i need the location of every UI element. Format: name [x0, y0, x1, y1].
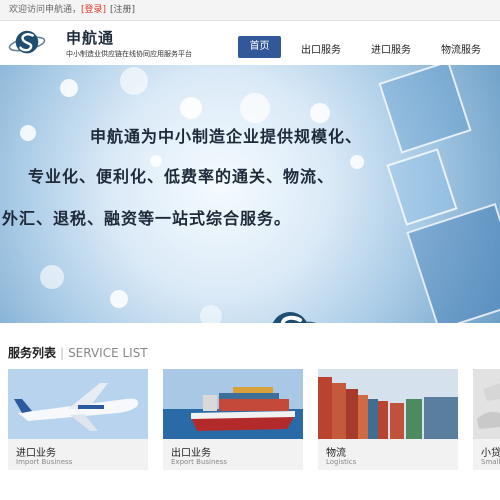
banner-text-line-1: 申航通为中小制造企业提供规模化、	[90, 127, 363, 146]
bokeh-light	[120, 67, 148, 95]
banner-text-line-2: 专业化、便利化、低费率的通关、物流、	[28, 167, 335, 186]
nav-logistics-service[interactable]: 物流服务	[441, 41, 481, 56]
welcome-text: 欢迎访问申航通，	[9, 5, 82, 15]
brand-name: 申航通	[66, 29, 115, 47]
service-card-label: 进口业务	[16, 448, 56, 459]
service-card-label: 物流	[326, 448, 346, 459]
brand-tagline: 中小制造业供应链在线协同应用服务平台	[66, 50, 192, 58]
login-link[interactable]: [登录]	[81, 5, 106, 15]
bokeh-light	[40, 265, 64, 289]
service-card-subtitle: Logistics	[326, 458, 357, 466]
nav-export-service[interactable]: 出口服务	[301, 41, 341, 56]
brand-logo-icon[interactable]	[8, 27, 46, 59]
airplane-image	[8, 369, 148, 439]
nav-import-service[interactable]: 进口服务	[371, 41, 411, 56]
hero-banner[interactable]: 申航通为中小制造企业提供规模化、 专业化、便利化、低费率的通关、物流、 外汇、退…	[0, 65, 500, 323]
bokeh-light	[20, 125, 36, 141]
bokeh-light	[180, 97, 202, 119]
service-list-title-en: SERVICE LIST	[68, 346, 148, 360]
cargo-ship-image	[163, 369, 303, 439]
service-card-subtitle: Import Business	[16, 458, 73, 466]
bokeh-light	[240, 93, 270, 123]
banner-text-line-3: 外汇、退税、融资等一站式综合服务。	[2, 209, 292, 228]
service-card-import[interactable]: 进口业务 Import Business	[8, 369, 148, 470]
register-link[interactable]: [注册]	[110, 5, 135, 15]
bokeh-light	[350, 155, 364, 169]
service-card-small-loan[interactable]: 小贷 Small	[473, 369, 500, 470]
bokeh-light	[60, 79, 78, 97]
hands-image	[473, 369, 500, 439]
service-card-label: 出口业务	[171, 448, 211, 459]
site-header: 申航通 中小制造业供应链在线协同应用服务平台 首页 出口服务 进口服务 物流服务	[0, 21, 500, 65]
bokeh-light	[200, 305, 222, 323]
service-card-logistics[interactable]: 物流 Logistics	[318, 369, 458, 470]
nav-home[interactable]: 首页	[238, 36, 281, 58]
containers-image	[318, 369, 458, 439]
service-list-title-cn: 服务列表	[8, 346, 57, 360]
service-card-label: 小贷	[481, 448, 500, 459]
service-card-subtitle: Small	[481, 458, 500, 466]
service-card-subtitle: Export Business	[171, 458, 228, 466]
bokeh-light	[110, 290, 128, 308]
glass-cube-decoration	[386, 148, 458, 226]
top-bar: 欢迎访问申航通，[登录] [注册]	[0, 0, 500, 21]
banner-logo-icon	[258, 312, 322, 323]
service-list-heading: 服务列表 | SERVICE LIST	[8, 344, 148, 361]
title-divider: |	[60, 346, 65, 360]
glass-cube-decoration	[378, 65, 472, 154]
service-card-export[interactable]: 出口业务 Export Business	[163, 369, 303, 470]
bokeh-light	[310, 103, 330, 123]
